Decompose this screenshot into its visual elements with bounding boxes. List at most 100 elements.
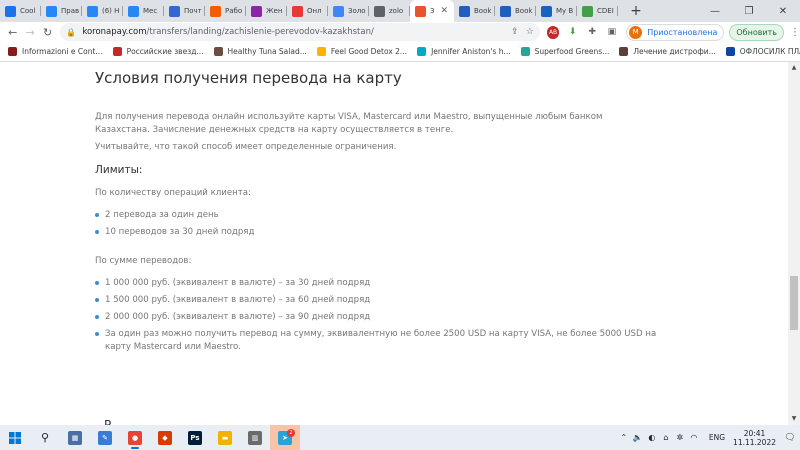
- telegram-icon[interactable]: ➤ 2: [270, 425, 300, 450]
- clock[interactable]: 20:41 11.11.2022: [733, 429, 776, 447]
- restore-icon[interactable]: ❐: [732, 6, 766, 17]
- network-icon[interactable]: ⌂: [659, 433, 673, 442]
- browser-tab[interactable]: Жен: [246, 0, 287, 22]
- limits-heading: Лимиты:: [95, 164, 143, 176]
- bookmark-label: Feel Good Detox 2...: [330, 47, 408, 56]
- browser-tab[interactable]: Онл: [287, 0, 328, 22]
- download-icon[interactable]: ⬇: [566, 25, 579, 39]
- language-indicator[interactable]: ENG: [709, 433, 725, 442]
- tab-label: З: [430, 7, 435, 15]
- browser-tab[interactable]: (6) Н: [82, 0, 123, 22]
- list-item-text: 1 000 000 руб. (эквивалент в валюте) – з…: [105, 278, 371, 288]
- taskbar-apps: ▦ ✎ ● ◆ Ps ▬ ▥ ➤ 2: [60, 425, 300, 450]
- bookmark-item[interactable]: Jennifer Aniston's h...: [417, 47, 511, 56]
- address-bar[interactable]: 🔒 koronapay.com/transfers/landing/zachis…: [60, 23, 540, 41]
- bookmark-item[interactable]: Superfood Greens...: [520, 47, 610, 56]
- url-path: /transfers/landing/zachislenie-perevodov…: [146, 27, 374, 37]
- photoshop-glyph: Ps: [188, 430, 202, 445]
- new-tab-button[interactable]: +: [626, 3, 646, 19]
- tray-app-icon[interactable]: ◐: [645, 433, 659, 442]
- bookmark-item[interactable]: Healthy Tuna Salad...: [213, 47, 307, 56]
- scroll-thumb[interactable]: [790, 276, 798, 330]
- browser-tab[interactable]: My B: [536, 0, 577, 22]
- scroll-down-icon[interactable]: ▼: [788, 413, 800, 425]
- list-item-text: 10 переводов за 30 дней подряд: [105, 227, 255, 237]
- page-scrollbar[interactable]: ▲ ▼: [788, 62, 800, 425]
- extensions-puzzle-icon[interactable]: ✚: [585, 25, 599, 39]
- file-explorer-alt-icon[interactable]: ▦: [60, 425, 90, 450]
- tray-chevron-icon[interactable]: ⌃: [617, 433, 631, 442]
- tab-favicon-icon: [87, 5, 98, 17]
- back-icon[interactable]: ←: [4, 26, 21, 39]
- browser-tab[interactable]: zolo: [369, 0, 410, 22]
- bluetooth-icon[interactable]: ✲: [673, 433, 687, 442]
- browser-tab[interactable]: Book: [454, 0, 495, 22]
- search-icon[interactable]: ⚲: [30, 425, 60, 450]
- tab-label: Жен: [266, 7, 283, 15]
- list-item: 2 000 000 руб. (эквивалент в валюте) – з…: [95, 311, 675, 324]
- intro-paragraph: Для получения перевода онлайн используйт…: [95, 112, 603, 135]
- tab-list: Cool Прав (6) Н Мес Почт Рабо Жен Онл Золо zolo З ✕…: [0, 0, 618, 22]
- forward-icon[interactable]: →: [21, 26, 38, 39]
- speaker-icon[interactable]: 🔈: [631, 433, 645, 442]
- pen-app-glyph: ✎: [98, 430, 112, 445]
- sum-list: 1 000 000 руб. (эквивалент в валюте) – з…: [95, 277, 675, 358]
- bookmark-favicon-icon: [417, 47, 427, 56]
- browser-tab[interactable]: Золо: [328, 0, 369, 22]
- photoshop-icon[interactable]: Ps: [180, 425, 210, 450]
- bookmark-star-icon[interactable]: ☆: [526, 27, 534, 37]
- browser-tab[interactable]: Book: [495, 0, 536, 22]
- list-item: 1 000 000 руб. (эквивалент в валюте) – з…: [95, 277, 675, 290]
- browser-toolbar: ← → ↻ 🔒 koronapay.com/transfers/landing/…: [0, 22, 800, 42]
- share-icon[interactable]: ⇪: [511, 27, 519, 37]
- windows-start-icon[interactable]: [0, 425, 30, 450]
- lock-icon[interactable]: 🔒: [66, 28, 76, 37]
- browser-tab[interactable]: Мес: [123, 0, 164, 22]
- update-button[interactable]: Обновить: [729, 23, 785, 41]
- bookmark-item[interactable]: Лечение дистрофи...: [619, 47, 716, 56]
- browser-tab[interactable]: Рабо: [205, 0, 246, 22]
- list-item: 2 перевода за один день: [95, 209, 675, 222]
- chrome-icon[interactable]: ●: [120, 425, 150, 450]
- list-item-text: 1 500 000 руб. (эквивалент в валюте) – з…: [105, 295, 371, 305]
- bookmark-item[interactable]: Feel Good Detox 2...: [316, 47, 408, 56]
- tab-favicon-icon: [251, 5, 262, 17]
- browser-tab[interactable]: Прав: [41, 0, 82, 22]
- reload-icon[interactable]: ↻: [39, 26, 56, 39]
- close-window-icon[interactable]: ✕: [766, 6, 800, 17]
- tab-favicon-icon: [210, 5, 221, 17]
- tab-favicon-icon: [582, 5, 593, 17]
- clock-time: 20:41: [743, 428, 766, 438]
- wifi-icon[interactable]: ◠: [687, 433, 701, 442]
- tab-favicon-icon: [5, 5, 16, 17]
- page-content: Условия получения перевода на карту Для …: [0, 62, 788, 425]
- list-item: 1 500 000 руб. (эквивалент в валюте) – з…: [95, 294, 675, 307]
- close-tab-icon[interactable]: ✕: [441, 6, 449, 16]
- window-controls: — ❐ ✕: [698, 6, 800, 17]
- calculator-icon[interactable]: ▥: [240, 425, 270, 450]
- bullet-icon: [95, 230, 99, 234]
- browser-tab[interactable]: З ✕: [410, 0, 454, 22]
- bookmark-item[interactable]: Российские звезд...: [112, 47, 204, 56]
- pen-app-icon[interactable]: ✎: [90, 425, 120, 450]
- list-item: 10 переводов за 30 дней подряд: [95, 226, 675, 239]
- extension-ab-icon[interactable]: AB: [546, 25, 560, 39]
- bookmark-label: Superfood Greens...: [534, 47, 610, 56]
- bookmark-item[interactable]: Informazioni e Cont...: [8, 47, 103, 56]
- profile-button[interactable]: M Приостановлена: [626, 23, 725, 41]
- folder-icon[interactable]: ▬: [210, 425, 240, 450]
- browser-tab[interactable]: Cool: [0, 0, 41, 22]
- notifications-icon[interactable]: 🗨: [782, 433, 798, 443]
- office-app-icon[interactable]: ◆: [150, 425, 180, 450]
- minimize-icon[interactable]: —: [698, 6, 732, 17]
- tab-label: Мес: [143, 7, 158, 15]
- bookmark-item[interactable]: ОФЛОСИЛК ПЛАС...: [725, 47, 800, 56]
- side-panel-icon[interactable]: ▣: [605, 25, 619, 39]
- scroll-up-icon[interactable]: ▲: [788, 62, 800, 74]
- browser-tab[interactable]: CDEI: [577, 0, 618, 22]
- menu-kebab-icon[interactable]: ⋮: [790, 27, 800, 38]
- list-item: За один раз можно получить перевод на су…: [95, 328, 675, 354]
- list-item-text: 2 000 000 руб. (эквивалент в валюте) – з…: [105, 312, 371, 322]
- browser-tab[interactable]: Почт: [164, 0, 205, 22]
- windows-taskbar: ⚲ ▦ ✎ ● ◆ Ps ▬ ▥ ➤ 2 ⌃ 🔈 ◐ ⌂ ✲ ◠ ENG 20:41 11.11…: [0, 425, 800, 450]
